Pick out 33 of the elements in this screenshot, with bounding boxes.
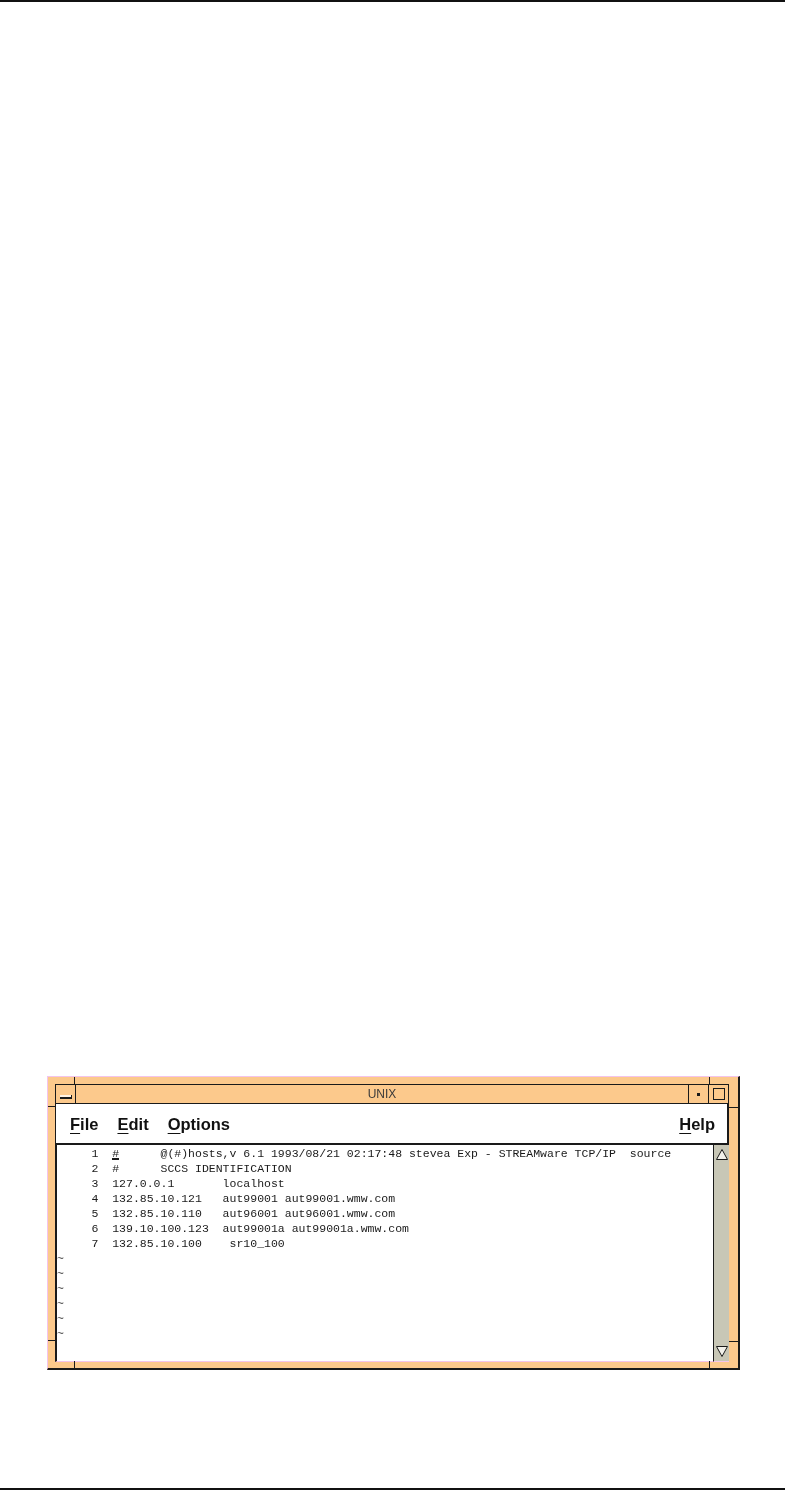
line-text: # @(#)hosts,v 6.1 1993/08/21 02:17:48 stevea Exp - STREAMware TCP/IP source bbox=[112, 1146, 672, 1161]
empty-line-marker: ~ bbox=[57, 1326, 64, 1341]
line-text: 132.85.10.100 sr10_100 bbox=[112, 1236, 285, 1251]
empty-line-marker: ~ bbox=[57, 1311, 64, 1326]
small-square-icon bbox=[697, 1092, 700, 1096]
line-text: 132.85.10.110 aut96001 aut96001.wmw.com bbox=[112, 1206, 396, 1221]
line-number: 4 bbox=[91, 1191, 99, 1206]
bar-icon bbox=[59, 1095, 72, 1099]
line-text: 127.0.0.1 localhost bbox=[112, 1176, 285, 1191]
line-number: 7 bbox=[91, 1236, 99, 1251]
down-arrow-icon[interactable] bbox=[715, 1346, 728, 1357]
line-text: 139.10.100.123 aut99001a aut99001a.wmw.com bbox=[112, 1221, 409, 1236]
menu-item[interactable]: File bbox=[70, 1114, 99, 1134]
line-text: # SCCS IDENTIFICATION bbox=[112, 1161, 292, 1176]
empty-line-marker: ~ bbox=[57, 1296, 64, 1311]
window-title: UNIX bbox=[367, 1087, 397, 1101]
editor-text-area[interactable] bbox=[55, 1145, 713, 1362]
empty-line-marker: ~ bbox=[57, 1266, 64, 1281]
empty-line-marker: ~ bbox=[57, 1251, 64, 1266]
line-number: 3 bbox=[91, 1176, 99, 1191]
menu-item[interactable]: Options bbox=[167, 1114, 230, 1134]
line-text: 132.85.10.121 aut99001 aut99001.wmw.com bbox=[112, 1191, 396, 1206]
empty-line-marker: ~ bbox=[57, 1281, 64, 1296]
up-arrow-icon[interactable] bbox=[715, 1149, 728, 1160]
line-number: 1 bbox=[91, 1146, 99, 1161]
scrollbar[interactable] bbox=[713, 1145, 729, 1362]
square-icon bbox=[712, 1088, 725, 1100]
line-number: 2 bbox=[91, 1161, 99, 1176]
menu-item[interactable]: Edit bbox=[117, 1114, 149, 1134]
maximize-button[interactable] bbox=[708, 1085, 728, 1103]
help-menu-item[interactable]: Help bbox=[679, 1114, 715, 1134]
line-number: 6 bbox=[91, 1221, 99, 1236]
line-number: 5 bbox=[91, 1206, 99, 1221]
